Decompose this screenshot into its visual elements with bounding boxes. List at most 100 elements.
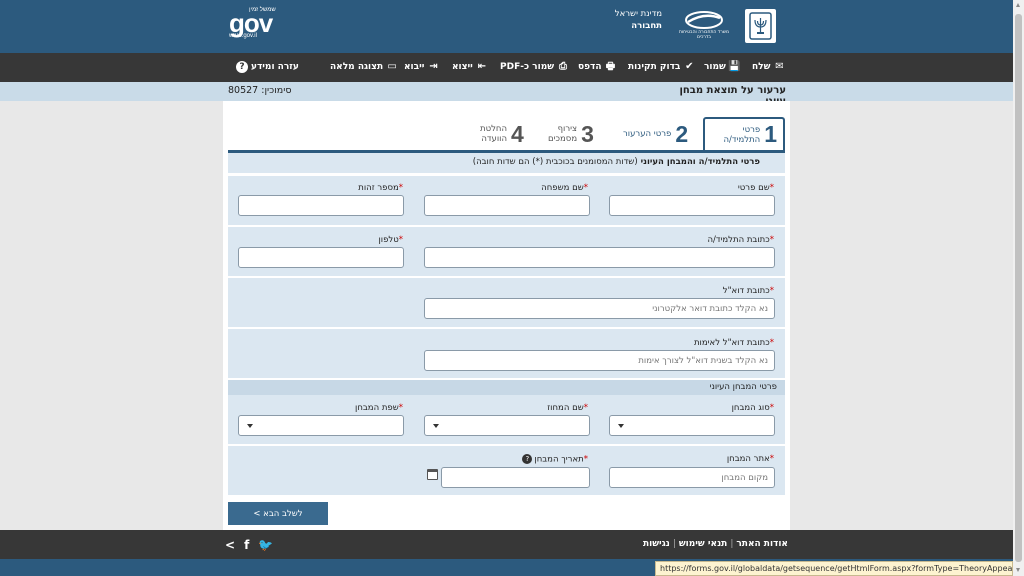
calendar-icon[interactable] [427,469,438,480]
section-title: פרטי התלמיד/ה והמבחן העיוני [640,157,760,167]
step-number: 3 [581,120,594,147]
social-links: < f 🐦 [225,538,273,552]
send-icon: ✉ [775,61,784,72]
first-name-input[interactable] [609,195,775,216]
step-label-line: מסמכים [548,134,578,144]
step-number: 2 [675,120,689,147]
checkmark-icon: ✔ [685,61,694,72]
import-label: ייבוא [404,61,425,72]
facebook-icon[interactable]: f [244,538,249,552]
save-label: שמור [704,61,726,72]
print-label: הדפס [578,61,602,72]
accessibility-link[interactable]: נגישות [643,539,670,549]
email-confirm-label: *כתובת דוא"ל לאימות [693,338,774,348]
step-label-line: פרטי [742,124,761,135]
step-label: צירוף מסמכים [548,124,577,144]
exam-type-select[interactable] [609,415,775,436]
check-validity-button[interactable]: ✔ בדוק תקינות [628,61,695,72]
phone-label: *טלפון [378,235,403,245]
ministry-logo-text: משרד התחבורה והבטיחות בדרכים [678,30,730,40]
full-view-icon: ▭ [387,61,397,72]
reference-number: סימוכין: 80527 [228,85,292,96]
form-title-bar: ערעור על תוצאת מבחן עיוני סימוכין: 80527 [0,82,1013,107]
send-button[interactable]: ✉ שלח [752,61,785,72]
scrollbar-thumb[interactable] [1015,14,1022,562]
step-4-tab[interactable]: 4 החלטת הוועדה [480,119,524,149]
save-icon: 💾 [728,61,741,72]
footer-links: אודות האתר|תנאי שימוש|נגישות [643,539,788,549]
step-label: פרטי התלמיד/ה [724,125,761,145]
help-label: עזרה ומידע [251,62,299,72]
gov-logo[interactable]: שמשל זמין gov www.gov.il [229,7,276,39]
send-label: שלח [752,61,771,72]
question-icon[interactable]: ? [522,454,533,464]
step-label-line: החלטת [480,124,508,134]
exam-site-label: *אתר המבחן [726,454,774,464]
step-label-line: פרטי הערעור [623,129,672,139]
exam-site-input[interactable] [609,467,775,488]
phone-input[interactable] [238,247,404,268]
district-select[interactable] [424,415,590,436]
scroll-up-icon[interactable] [1016,3,1020,7]
step-label-line: התלמיד/ה [723,134,761,145]
save-pdf-label: שמור כ-PDF [500,61,555,72]
save-pdf-button[interactable]: ⎙ שמור כ-PDF [500,61,569,72]
step-3-tab[interactable]: 3 צירוף מסמכים [548,119,594,149]
first-name-label: *שם פרטי [737,183,774,193]
chevron-down-icon [433,424,439,428]
scroll-down-icon[interactable] [1016,568,1020,572]
full-view-button[interactable]: ▭ תצוגה מלאה [330,61,398,72]
address-input[interactable] [424,247,775,268]
last-name-input[interactable] [424,195,590,216]
ministry-logo: משרד התחבורה והבטיחות בדרכים [676,10,732,42]
print-button[interactable]: 🖶 הדפס [578,61,617,72]
page-scrollbar[interactable] [1013,0,1024,576]
email-label: *כתובת דוא"ל [722,286,774,296]
next-step-button[interactable]: לשלב הבא > [228,502,328,525]
ministry-name: תחבורה [631,21,662,31]
ministry-swoosh-icon [685,11,723,29]
step-number: 1 [764,121,777,147]
import-button[interactable]: ⇥ ייבוא [404,61,439,72]
status-bar-url: https://forms.gov.il/globaldata/getseque… [655,561,1013,576]
import-icon: ⇥ [429,61,438,72]
about-link[interactable]: אודות האתר [736,539,788,549]
exam-language-select[interactable] [238,415,404,436]
footer-separator: | [672,539,676,549]
step-label: פרטי הערעור [623,129,671,139]
check-label: בדוק תקינות [628,61,681,72]
twitter-icon[interactable]: 🐦 [258,538,273,552]
email-confirm-input[interactable] [424,350,775,371]
share-icon[interactable]: < [225,538,235,552]
chevron-down-icon [247,424,253,428]
help-button[interactable]: עזרה ומידע ? [236,61,299,73]
address-label: *כתובת התלמיד/ה [707,235,774,245]
exam-details-subheader: פרטי המבחן העיוני [228,380,785,395]
email-input[interactable] [424,298,775,319]
exam-language-label: *שפת המבחן [355,403,403,413]
state-name: מדינת ישראל [614,9,662,19]
export-label: ייצוא [452,61,473,72]
menorah-emblem-icon [749,12,772,40]
export-button[interactable]: ⇤ ייצוא [452,61,488,72]
chevron-down-icon [618,424,624,428]
section-note: (שדות המסומנים בכוכבית (*) הם שדות חובה) [472,157,638,167]
exam-date-input[interactable] [441,467,590,488]
print-icon: 🖶 [605,61,616,72]
terms-link[interactable]: תנאי שימוש [679,539,727,549]
gov-tagline: שמשל זמין [249,7,276,13]
state-emblem [745,9,776,43]
site-footer: אודות האתר|תנאי שימוש|נגישות < f 🐦 [0,530,1013,559]
export-icon: ⇤ [477,61,487,72]
site-header: שמשל זמין gov www.gov.il מדינת ישראל תחב… [0,0,1013,53]
step-2-tab[interactable]: 2 פרטי הערעור [623,119,688,149]
save-button[interactable]: 💾 שמור [704,61,741,72]
form-panel: 1 פרטי התלמיד/ה 2 פרטי הערעור 3 צירוף מס… [223,101,790,530]
question-icon: ? [236,61,248,73]
id-number-input[interactable] [238,195,404,216]
exam-date-label: *תאריך המבחן? [522,454,588,465]
pdf-icon: ⎙ [559,61,568,72]
step-1-tab[interactable]: 1 פרטי התלמיד/ה [703,117,785,150]
exam-type-label: *סוג המבחן [731,403,774,413]
full-view-label: תצוגה מלאה [330,61,384,72]
